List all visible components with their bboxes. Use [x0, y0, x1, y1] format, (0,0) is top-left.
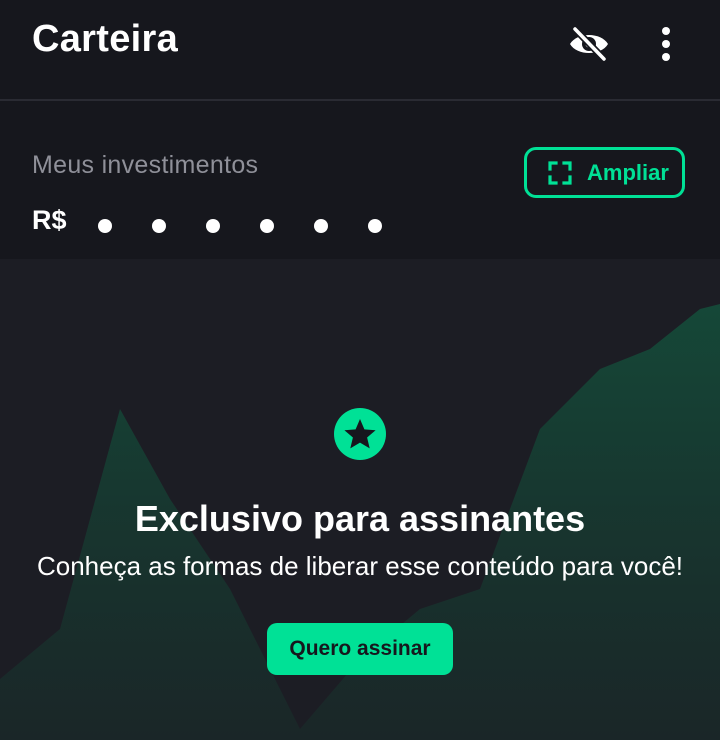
- page-title: Carteira: [32, 18, 179, 60]
- masked-balance: [98, 219, 382, 233]
- mask-dot: [368, 219, 382, 233]
- star-icon: [334, 408, 386, 460]
- locked-subtitle: Conheça as formas de liberar esse conteú…: [36, 551, 684, 581]
- eye-off-icon: [570, 26, 608, 62]
- more-options-button[interactable]: [646, 20, 686, 68]
- expand-button-label: Ampliar: [587, 159, 669, 185]
- investments-summary: Meus investimentos R$ Ampliar: [0, 101, 720, 259]
- currency-symbol: R$: [32, 205, 67, 235]
- app-screen: Carteira Meus investimentos R$ Ampliar E…: [0, 0, 720, 740]
- expand-icon: [547, 160, 573, 186]
- subscribe-button[interactable]: Quero assinar: [267, 623, 453, 675]
- investments-label: Meus investimentos: [32, 151, 259, 179]
- hide-values-button[interactable]: [562, 20, 616, 68]
- locked-title: Exclusivo para assinantes: [134, 498, 586, 539]
- mask-dot: [98, 219, 112, 233]
- mask-dot: [206, 219, 220, 233]
- star-badge: [334, 408, 386, 460]
- more-vertical-icon: [662, 27, 670, 61]
- app-header: Carteira: [0, 0, 720, 100]
- mask-dot: [260, 219, 274, 233]
- locked-chart-panel: Exclusivo para assinantes Conheça as for…: [0, 259, 720, 740]
- mask-dot: [152, 219, 166, 233]
- expand-button[interactable]: Ampliar: [524, 147, 685, 198]
- mask-dot: [314, 219, 328, 233]
